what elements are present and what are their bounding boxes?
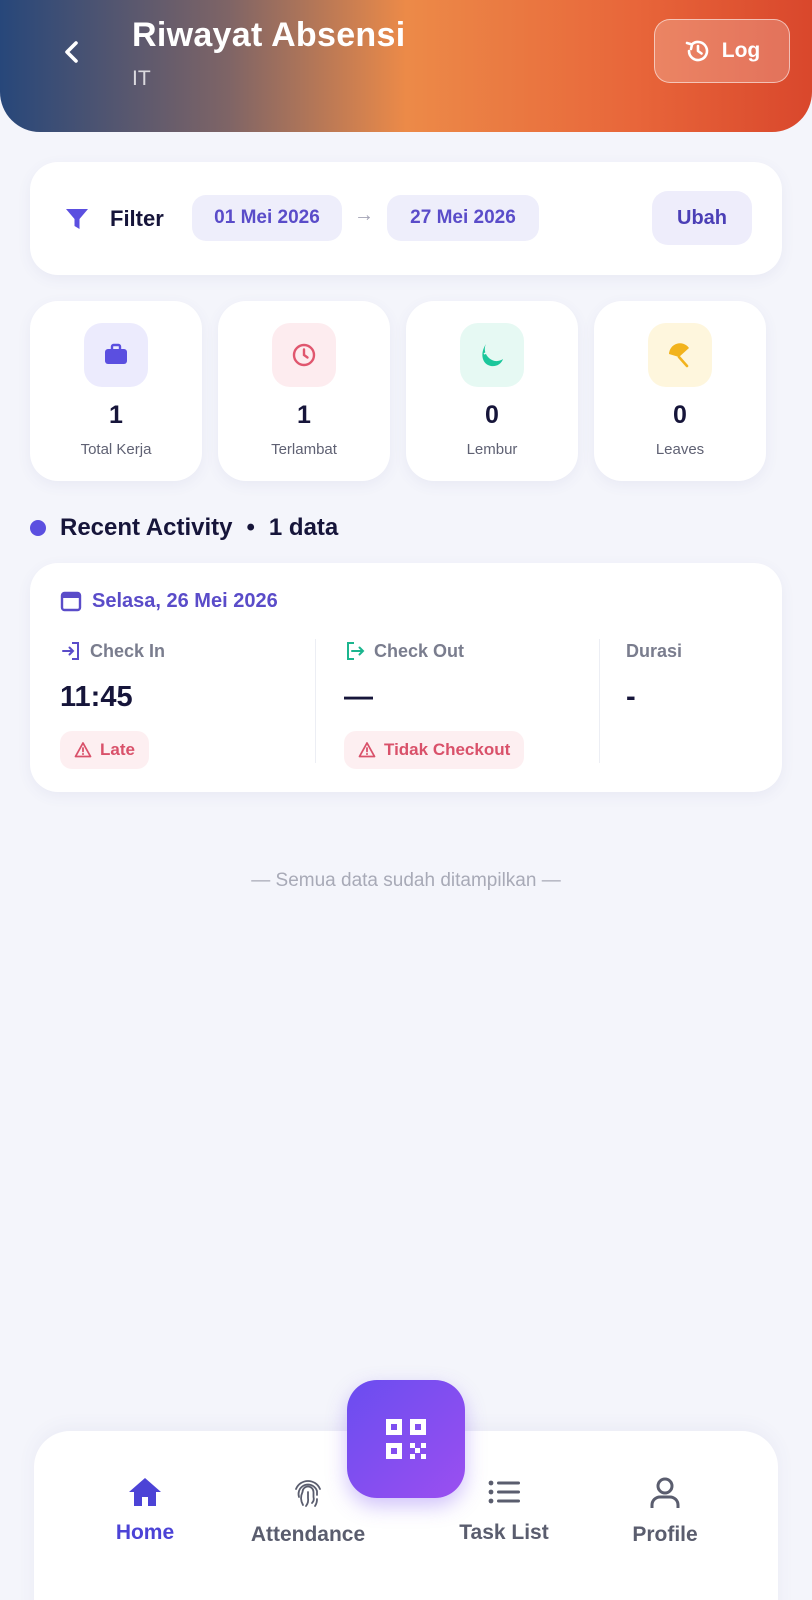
stat-card-leaves: 0 Leaves — [594, 301, 766, 481]
chevron-left-icon — [65, 41, 78, 63]
nav-label-task-list: Task List — [459, 1521, 549, 1544]
logout-icon — [347, 642, 365, 660]
home-icon — [129, 1478, 161, 1506]
stat-value: 0 — [485, 401, 499, 429]
column-divider — [315, 639, 316, 763]
section-dot-icon — [30, 520, 46, 536]
user-icon — [650, 1477, 680, 1508]
duration-value: - — [626, 681, 636, 713]
warning-icon — [358, 742, 376, 758]
late-badge: Late — [60, 731, 149, 769]
page-subtitle: IT — [132, 67, 151, 90]
qr-code-icon — [386, 1419, 426, 1459]
back-button[interactable] — [52, 30, 92, 74]
nav-label-profile: Profile — [632, 1523, 698, 1546]
filter-label: Filter — [110, 206, 164, 231]
title-separator: • — [246, 514, 255, 541]
calendar-icon — [60, 591, 82, 612]
umbrella-icon — [648, 323, 712, 387]
nav-item-home[interactable]: Home — [70, 1475, 220, 1545]
duration-column: Durasi - — [626, 639, 682, 717]
no-checkout-badge-text: Tidak Checkout — [384, 740, 511, 759]
recent-activity-count: 1 data — [268, 514, 339, 541]
nav-label-attendance: Attendance — [250, 1523, 366, 1546]
recent-activity-heading: Recent Activity • 1 data — [30, 514, 338, 542]
stat-label: Terlambat — [271, 441, 337, 458]
stat-label: Leaves — [655, 441, 705, 458]
stat-label: Lembur — [466, 441, 518, 458]
briefcase-icon — [84, 323, 148, 387]
check-in-label: Check In — [90, 640, 166, 661]
login-icon — [62, 642, 79, 660]
log-button[interactable]: Log — [654, 19, 790, 83]
duration-label: Durasi — [626, 640, 683, 661]
clock-icon — [272, 323, 336, 387]
filter-icon — [66, 209, 88, 229]
stat-card-terlambat: 1 Terlambat — [218, 301, 390, 481]
end-of-list-note: — Semua data sudah ditampilkan — — [251, 870, 561, 891]
no-checkout-badge: Tidak Checkout — [344, 731, 525, 769]
stat-value: 0 — [673, 401, 687, 429]
fingerprint-icon — [295, 1480, 321, 1507]
end-date-chip[interactable]: 27 Mei 2026 — [387, 195, 539, 241]
stat-card-total-kerja: 1 Total Kerja — [30, 301, 202, 481]
start-date-chip[interactable]: 01 Mei 2026 — [192, 195, 342, 241]
stat-label: Total Kerja — [80, 441, 152, 458]
stat-card-lembur: 0 Lembur — [406, 301, 578, 481]
warning-icon — [74, 742, 92, 758]
stat-value: 1 — [297, 401, 311, 429]
stat-value: 1 — [109, 401, 123, 429]
late-badge-text: Late — [100, 740, 135, 759]
list-icon — [488, 1480, 520, 1504]
log-button-label: Log — [721, 39, 761, 62]
recent-activity-title: Recent Activity — [60, 514, 233, 541]
check-out-time: — — [344, 681, 373, 713]
activity-date: Selasa, 26 Mei 2026 — [60, 589, 278, 613]
nav-item-profile[interactable]: Profile — [590, 1475, 740, 1547]
check-out-label: Check Out — [374, 640, 465, 661]
check-in-time: 11:45 — [60, 681, 133, 713]
moon-icon — [460, 323, 524, 387]
date-range-arrow: → — [354, 204, 374, 226]
check-out-column: Check Out — Tidak Checkout — [344, 639, 525, 769]
header: Riwayat Absensi IT Log — [0, 0, 812, 132]
column-divider — [599, 639, 600, 763]
filter-card: Filter 01 Mei 2026 → 27 Mei 2026 Ubah — [30, 162, 782, 275]
nav-label-home: Home — [115, 1521, 175, 1544]
change-filter-button[interactable]: Ubah — [652, 191, 752, 245]
activity-card[interactable]: Selasa, 26 Mei 2026 Check In 11:45 Late … — [30, 563, 782, 792]
activity-date-text: Selasa, 26 Mei 2026 — [92, 589, 278, 612]
scan-qr-button[interactable] — [347, 1380, 465, 1498]
page-title: Riwayat Absensi — [132, 16, 406, 54]
history-icon — [685, 40, 708, 62]
check-in-column: Check In 11:45 Late — [60, 639, 165, 769]
